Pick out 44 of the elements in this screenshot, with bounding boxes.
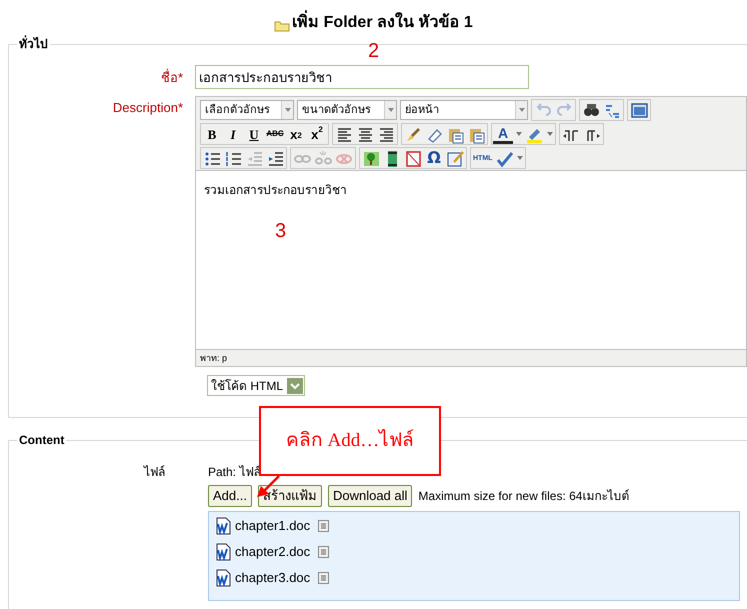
bold-button[interactable]: B — [202, 124, 222, 144]
format-dropdown[interactable]: ใช้โค้ด HTML — [207, 375, 305, 396]
file-button[interactable]: Download all — [328, 485, 412, 507]
max-size-note: Maximum size for new files: 64เมกะไบต์ — [418, 488, 630, 505]
special-character-button[interactable]: Ω — [424, 148, 444, 168]
folder-icon — [274, 19, 290, 32]
document-icon — [215, 517, 231, 535]
italic-button[interactable]: I — [223, 124, 243, 144]
document-icon — [215, 569, 231, 587]
field-label: ชื่อ — [160, 70, 178, 85]
annotation-number: 2 — [368, 39, 380, 63]
document-icon — [215, 543, 231, 561]
file-button[interactable]: สร้างแฟ้ม — [258, 485, 322, 507]
dropdown[interactable]: เลือกตัวอักษร — [200, 100, 294, 120]
caret-icon — [518, 108, 524, 112]
required-mark: * — [178, 70, 183, 85]
field-label: ไฟล์ — [142, 464, 165, 481]
caret-icon — [284, 108, 290, 112]
fullscreen-icon[interactable] — [630, 100, 648, 120]
strikethrough-button[interactable]: ABC — [265, 124, 285, 144]
field-label: Description — [112, 100, 178, 115]
caret-icon — [546, 132, 552, 136]
callout-text: คลิก Add…ไฟล์ — [286, 428, 414, 453]
caret-icon — [516, 156, 523, 160]
file-menu-icon — [318, 520, 330, 532]
file-menu-icon — [318, 572, 330, 584]
file-name[interactable]: chapter1.doc — [235, 516, 310, 536]
file-button[interactable]: Add... — [208, 485, 252, 507]
file-menu-icon — [318, 546, 330, 558]
file-name[interactable]: chapter2.doc — [235, 542, 310, 562]
dropdown[interactable]: ขนาดตัวอักษร — [297, 100, 397, 120]
name-input[interactable]: เอกสารประกอบรายวิชา — [195, 65, 529, 89]
caret-icon — [516, 132, 522, 136]
file-name[interactable]: chapter3.doc — [235, 568, 310, 588]
script-button[interactable]: x$^{2}$ — [307, 124, 327, 144]
element-path: พาท: p — [199, 352, 228, 365]
annotation-number: 3 — [275, 219, 286, 243]
required-mark: * — [178, 100, 183, 115]
underline-button[interactable]: U — [244, 124, 264, 144]
caret-icon — [388, 108, 394, 112]
dropdown[interactable]: ย่อหน้า — [400, 100, 528, 120]
caret-icon — [287, 378, 303, 394]
edit-icon[interactable] — [446, 148, 464, 168]
editor-text: รวมเอกสารประกอบรายวิชา — [204, 182, 348, 199]
